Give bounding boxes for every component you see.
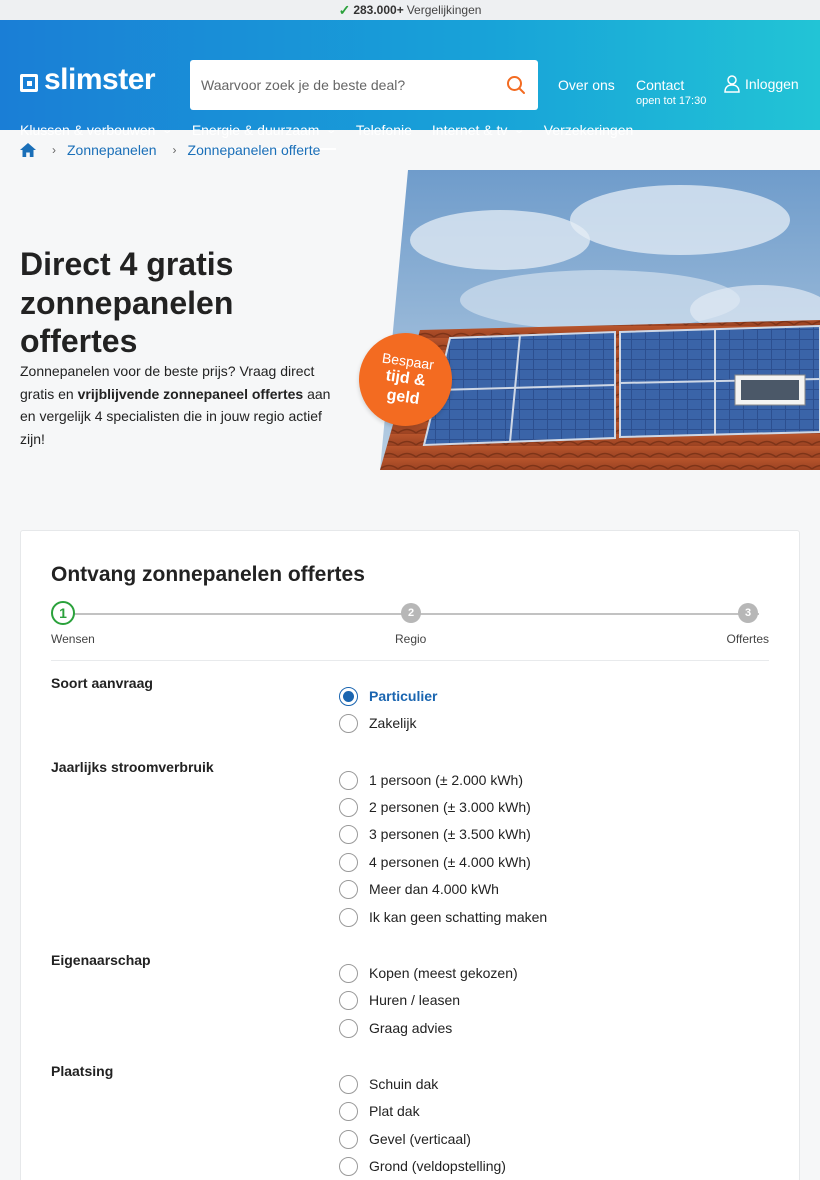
step-2-indicator: 2	[401, 603, 421, 623]
radio-option[interactable]: 2 personen (± 3.000 kWh)	[339, 797, 531, 817]
logo[interactable]: slimster	[20, 63, 156, 98]
search-input[interactable]	[190, 60, 494, 110]
radio-option[interactable]: Particulier	[339, 686, 437, 706]
hero-intro-bold: vrijblijvende zonnepaneel offertes	[77, 385, 304, 402]
page-title: Direct 4 gratis zonnepanelen offertes	[20, 246, 234, 359]
quote-form-card: Ontvang zonnepanelen offertes 1 2 3 Wens…	[20, 530, 800, 1180]
radio-option[interactable]: Zakelijk	[339, 713, 416, 733]
option-label: Meer dan 4.000 kWh	[369, 881, 499, 897]
nav-label: Energie & duurzaam	[191, 122, 320, 138]
nav-label: Klussen & verbouwen	[20, 122, 156, 138]
radio-button[interactable]	[339, 713, 358, 733]
form-title: Ontvang zonnepanelen offertes	[51, 563, 365, 586]
radio-button[interactable]	[339, 990, 358, 1010]
radio-button[interactable]	[339, 907, 358, 927]
option-label: Grond (veldopstelling)	[369, 1158, 506, 1174]
progress-steps: 1 2 3 Wensen Regio Offertes	[51, 601, 769, 651]
comparison-text: Vergelijkingen	[406, 3, 482, 17]
radio-button[interactable]	[339, 1074, 358, 1094]
login-button[interactable]: Inloggen	[724, 75, 799, 93]
radio-button[interactable]	[339, 797, 358, 817]
radio-option[interactable]: Huren / leasen	[339, 990, 460, 1010]
hero-intro: Zonnepanelen voor de beste prijs? Vraag …	[20, 360, 345, 450]
breadcrumb: › Zonnepanelen › Zonnepanelen offerte	[20, 142, 320, 158]
logo-text: slimster	[44, 63, 156, 96]
option-label: Ik kan geen schatting maken	[369, 909, 548, 925]
chevron-right-icon: ›	[172, 143, 177, 157]
radio-option[interactable]: Ik kan geen schatting maken	[339, 907, 547, 927]
step-3-indicator: 3	[738, 603, 758, 623]
step-1-label: Wensen	[51, 632, 95, 646]
option-label: Schuin dak	[369, 1076, 439, 1092]
site-header: slimster Over ons Contact open tot 17:30…	[0, 20, 820, 150]
radio-option[interactable]: Gevel (verticaal)	[339, 1129, 471, 1149]
radio-option[interactable]: Graag advies	[339, 1018, 452, 1038]
nav-label: Telefonie	[355, 122, 412, 138]
step-3-label: Offertes	[726, 632, 769, 646]
login-label: Inloggen	[745, 76, 799, 92]
question-label: Eigenaarschap	[51, 952, 151, 968]
comparison-count: 283.000+	[353, 3, 404, 17]
chevron-right-icon: ›	[52, 143, 56, 157]
option-label: 3 personen (± 3.500 kWh)	[369, 826, 531, 842]
contact-link[interactable]: Contact	[636, 77, 684, 93]
search-icon	[507, 76, 525, 94]
step-2-label: Regio	[395, 632, 427, 646]
radio-button[interactable]	[339, 824, 358, 844]
step-1-indicator: 1	[51, 601, 75, 625]
radio-button[interactable]	[339, 852, 358, 872]
option-label: 2 personen (± 3.000 kWh)	[369, 799, 531, 815]
nav-label: Internet & tv	[431, 122, 508, 138]
radio-button[interactable]	[339, 770, 358, 790]
nav-internet-tv[interactable]: Internet & tv ⌄	[431, 120, 526, 150]
option-label: Graag advies	[369, 1020, 453, 1036]
breadcrumb-zonnepanelen[interactable]: Zonnepanelen	[67, 142, 157, 158]
home-icon[interactable]	[20, 143, 36, 157]
check-icon: ✓	[338, 2, 351, 18]
radio-option[interactable]: Plat dak	[339, 1101, 420, 1121]
user-icon	[724, 75, 740, 93]
contact-hours: open tot 17:30	[636, 95, 707, 107]
chevron-down-icon: ⌄	[325, 124, 338, 136]
chevron-down-icon: ⌄	[161, 124, 174, 136]
radio-option[interactable]: 1 persoon (± 2.000 kWh)	[339, 770, 523, 790]
radio-button[interactable]	[339, 879, 358, 899]
chevron-down-icon: ⌄	[513, 124, 526, 136]
option-label: Zakelijk	[369, 715, 417, 731]
logo-mark-icon	[20, 74, 38, 92]
radio-button[interactable]	[339, 1018, 358, 1038]
nav-verzekeringen[interactable]: Verzekeringen	[544, 120, 634, 150]
hero-image	[380, 170, 820, 470]
radio-button[interactable]	[339, 1156, 358, 1176]
over-ons-link[interactable]: Over ons	[558, 77, 615, 93]
radio-option[interactable]: Grond (veldopstelling)	[339, 1156, 506, 1176]
search-button[interactable]	[494, 60, 538, 110]
nav-label: Verzekeringen	[543, 122, 634, 138]
option-label: Plat dak	[369, 1103, 420, 1119]
radio-option[interactable]: Kopen (meest gekozen)	[339, 963, 518, 983]
question-label: Jaarlijks stroomverbruik	[51, 759, 214, 775]
option-label: 1 persoon (± 2.000 kWh)	[369, 772, 523, 788]
question-label: Soort aanvraag	[51, 675, 153, 691]
option-label: Huren / leasen	[369, 992, 461, 1008]
option-label: 4 personen (± 4.000 kWh)	[369, 854, 531, 870]
search-box	[190, 60, 538, 110]
divider	[51, 660, 769, 661]
option-label: Particulier	[369, 688, 438, 704]
question-label: Plaatsing	[51, 1063, 114, 1079]
top-bar: ✓ 283.000+ Vergelijkingen	[0, 0, 820, 20]
radio-option[interactable]: 3 personen (± 3.500 kWh)	[339, 824, 531, 844]
option-label: Kopen (meest gekozen)	[369, 965, 518, 981]
radio-button[interactable]	[339, 686, 358, 706]
radio-option[interactable]: 4 personen (± 4.000 kWh)	[339, 852, 531, 872]
radio-button[interactable]	[339, 963, 358, 983]
radio-option[interactable]: Meer dan 4.000 kWh	[339, 879, 499, 899]
nav-telefonie[interactable]: Telefonie	[356, 120, 412, 150]
option-label: Gevel (verticaal)	[369, 1131, 471, 1147]
breadcrumb-offerte[interactable]: Zonnepanelen offerte	[188, 142, 321, 158]
radio-button[interactable]	[339, 1129, 358, 1149]
radio-button[interactable]	[339, 1101, 358, 1121]
radio-option[interactable]: Schuin dak	[339, 1074, 438, 1094]
